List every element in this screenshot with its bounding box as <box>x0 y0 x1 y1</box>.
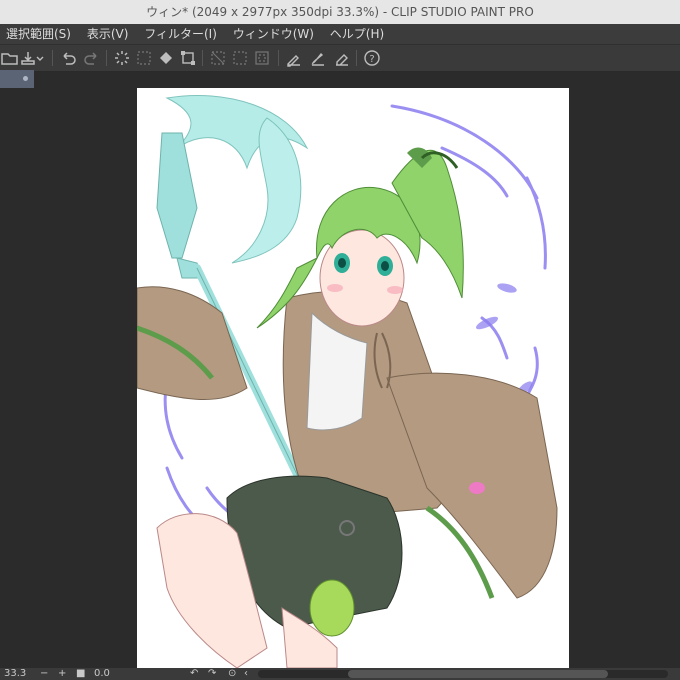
menu-filter[interactable]: フィルター(I) <box>138 24 223 44</box>
rotate-left-icon[interactable]: ↶ <box>190 668 198 680</box>
brush-icon[interactable] <box>308 48 328 68</box>
menu-view[interactable]: 表示(V) <box>81 24 135 44</box>
fill-icon[interactable] <box>156 48 176 68</box>
help-icon[interactable]: ? <box>362 48 382 68</box>
horizontal-scrollbar[interactable] <box>258 670 668 678</box>
redo-icon[interactable] <box>82 48 102 68</box>
zoom-out-icon[interactable]: − <box>40 668 48 680</box>
fit-icon[interactable]: ■ <box>76 668 85 680</box>
rotation-angle[interactable]: 0.0 <box>94 668 110 680</box>
undo-icon[interactable] <box>58 48 78 68</box>
status-bar: 33.3 − + ■ 0.0 ↶ ↷ ⊙ ‹ <box>0 668 680 680</box>
clear-icon[interactable] <box>134 48 154 68</box>
pen-icon[interactable] <box>284 48 304 68</box>
menu-selection[interactable]: 選択範囲(S) <box>0 24 77 44</box>
command-bar: ? <box>0 44 680 72</box>
canvas[interactable] <box>137 88 569 668</box>
window-title: ウィン* (2049 x 2977px 350dpi 33.3%) - CLIP… <box>0 0 680 24</box>
reset-rotation-icon[interactable]: ⊙ <box>228 668 236 680</box>
loading-icon[interactable] <box>112 48 132 68</box>
deselect-icon[interactable] <box>208 48 228 68</box>
rotate-right-icon[interactable]: ↷ <box>208 668 216 680</box>
chevron-down-icon[interactable] <box>34 48 46 68</box>
selection-border-icon[interactable] <box>252 48 272 68</box>
canvas-tab[interactable] <box>0 70 34 88</box>
open-folder-icon[interactable] <box>0 48 20 68</box>
transform-icon[interactable] <box>178 48 198 68</box>
scrollbar-thumb[interactable] <box>348 670 608 678</box>
eraser-icon[interactable] <box>332 48 352 68</box>
illustration-image <box>137 94 558 668</box>
menu-window[interactable]: ウィンドウ(W) <box>227 24 320 44</box>
scroll-left-icon[interactable]: ‹ <box>244 668 248 680</box>
svg-text:?: ? <box>369 54 374 65</box>
menu-help[interactable]: ヘルプ(H) <box>324 24 390 44</box>
zoom-in-icon[interactable]: + <box>58 668 66 680</box>
invert-selection-icon[interactable] <box>230 48 250 68</box>
zoom-level[interactable]: 33.3 <box>4 668 26 680</box>
menu-bar: 選択範囲(S) 表示(V) フィルター(I) ウィンドウ(W) ヘルプ(H) <box>0 24 680 44</box>
